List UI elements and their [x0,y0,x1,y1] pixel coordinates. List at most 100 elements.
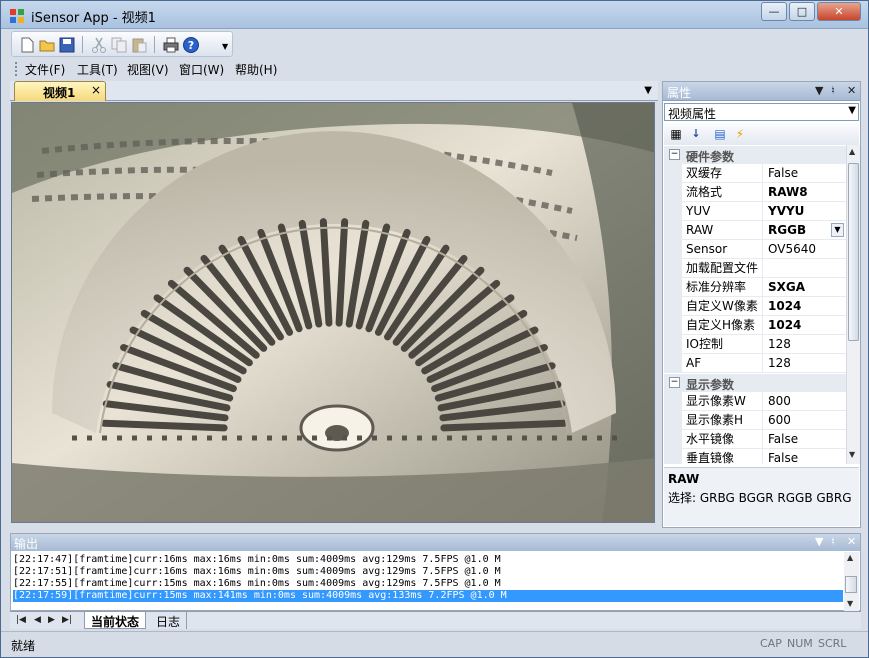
close-icon[interactable]: ✕ [847,84,856,97]
property-value[interactable]: 128 [766,354,846,373]
tab-video1[interactable]: 视频1 × [14,81,106,101]
output-scrollbar[interactable]: ▲ ▼ [844,552,859,611]
property-value[interactable]: 1024 [766,297,846,316]
object-selector[interactable]: 视频属性 ▼ [664,103,859,121]
property-value[interactable]: 800 [766,392,846,411]
scroll-down-icon[interactable]: ▼ [847,599,853,608]
property-name: AF [664,354,763,373]
property-value[interactable]: YVYU [766,202,846,221]
close-icon[interactable]: ✕ [847,535,856,548]
log-line[interactable]: [22:17:47][framtime]curr:16ms max:16ms m… [13,554,843,566]
property-row[interactable]: 显示像素W 800 [664,392,846,411]
next-tab-icon[interactable]: ▶ [48,615,55,625]
last-tab-icon[interactable]: ▶| [62,615,72,625]
property-pages-icon[interactable]: ▤ [712,126,728,142]
events-icon[interactable]: ⚡ [732,126,748,142]
paste-icon[interactable] [130,36,148,54]
close-icon[interactable]: × [91,83,101,97]
pin-icon[interactable]: ♮ [831,84,835,97]
property-row[interactable]: 水平镜像 False [664,430,846,449]
new-icon[interactable] [18,36,36,54]
log-line[interactable]: [22:17:51][framtime]curr:16ms max:16ms m… [13,566,843,578]
scroll-up-icon[interactable]: ▲ [847,553,853,562]
property-value[interactable]: 128 [766,335,846,354]
scroll-up-icon[interactable]: ▲ [849,147,855,156]
property-row[interactable]: 标准分辨率 SXGA [664,278,846,297]
property-row[interactable]: IO控制 128 [664,335,846,354]
collapse-icon[interactable]: − [669,149,680,160]
main-toolbar: ? ▼ [11,31,233,57]
dropdown-button[interactable]: ▼ [831,223,844,237]
caps-indicator: CAP [760,637,782,650]
property-value[interactable]: 600 [766,411,846,430]
help-icon[interactable]: ? [182,36,200,54]
chevron-down-icon[interactable]: ▼ [644,85,652,96]
property-value[interactable]: RAW8 [766,183,846,202]
maximize-button[interactable]: □ [789,2,815,21]
first-tab-icon[interactable]: |◀ [16,615,26,625]
tab-current-status[interactable]: 当前状态 [84,612,147,629]
property-name: 加载配置文件 [664,259,763,278]
fan-spoke [100,419,228,432]
scroll-thumb[interactable] [845,576,857,593]
category-label: 显示参数 [686,378,735,392]
toolbar-overflow-icon[interactable]: ▼ [222,42,228,51]
property-category[interactable]: − 硬件参数 [664,145,846,164]
property-row[interactable]: 流格式 RAW8 [664,183,846,202]
save-icon[interactable] [58,36,76,54]
property-value[interactable]: False [766,449,846,464]
menu-file[interactable]: 文件(F) [25,61,65,78]
property-row[interactable]: 双缓存 False [664,164,846,183]
prev-tab-icon[interactable]: ◀ [34,615,41,625]
alphabetical-icon[interactable]: ↓ [688,126,704,142]
video-preview [11,102,655,523]
property-category[interactable]: − 显示参数 [664,373,846,392]
minimize-button[interactable]: — [761,2,787,21]
log-line[interactable]: [22:17:59][framtime]curr:15ms max:141ms … [13,590,843,602]
property-value[interactable] [766,259,846,278]
menu-tools[interactable]: 工具(T) [77,61,118,78]
close-button[interactable]: ✕ [817,2,861,21]
property-name: 自定义W像素 [664,297,763,316]
property-value[interactable]: OV5640 [766,240,846,259]
property-value[interactable]: SXGA [766,278,846,297]
open-icon[interactable] [38,36,56,54]
property-row[interactable]: 加载配置文件 [664,259,846,278]
selector-value: 视频属性 [668,107,717,121]
property-name: IO控制 [664,335,763,354]
property-row[interactable]: 自定义W像素 1024 [664,297,846,316]
property-value[interactable]: 1024 [766,316,846,335]
scroll-down-icon[interactable]: ▼ [849,450,855,459]
tab-log[interactable]: 日志 [150,612,188,629]
property-row[interactable]: AF 128 [664,354,846,373]
title-bar[interactable]: iSensor App - 视频1 — □ ✕ [1,1,868,29]
log-line[interactable]: [22:17:55][framtime]curr:15ms max:16ms m… [13,578,843,590]
description-text: 选择: GRBG BGGR RGGB GBRG [668,491,852,505]
menu-view[interactable]: 视图(V) [127,61,169,78]
categorized-icon[interactable]: ▦ [668,126,684,142]
property-value[interactable]: False [766,430,846,449]
menu-window[interactable]: 窗口(W) [179,61,224,78]
print-icon[interactable] [162,36,180,54]
property-name: 自定义H像素 [664,316,763,335]
dropdown-icon[interactable]: ▼ [815,535,823,548]
cut-icon[interactable] [90,36,108,54]
collapse-icon[interactable]: − [669,377,680,388]
dropdown-icon[interactable]: ▼ [815,84,823,97]
fan-spoke [440,419,568,432]
menu-help[interactable]: 帮助(H) [235,61,277,78]
property-scrollbar[interactable]: ▲ ▼ [846,145,860,464]
property-description: RAW 选择: GRBG BGGR RGGB GBRG [664,467,859,526]
property-row[interactable]: 显示像素H 600 [664,411,846,430]
pin-icon[interactable]: ♮ [831,535,835,548]
property-row[interactable]: 垂直镜像 False [664,449,846,464]
scroll-thumb[interactable] [848,163,859,341]
menu-grip[interactable] [15,62,18,76]
property-row[interactable]: RAW RGGB ▼ [664,221,846,240]
copy-icon[interactable] [110,36,128,54]
panel-title: 输出 [14,537,39,551]
property-value[interactable]: False [766,164,846,183]
property-row[interactable]: Sensor OV5640 [664,240,846,259]
property-row[interactable]: YUV YVYU [664,202,846,221]
property-row[interactable]: 自定义H像素 1024 [664,316,846,335]
